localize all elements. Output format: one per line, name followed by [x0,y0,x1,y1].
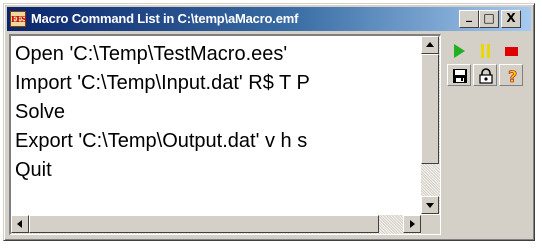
macro-line[interactable]: Solve [15,98,310,127]
minimize-button[interactable]: _ [459,8,479,28]
arrow-right-icon [410,220,415,228]
help-button[interactable]: ? [499,64,523,86]
scrollbar-corner [421,215,440,234]
lock-button[interactable] [473,64,497,86]
stop-button[interactable] [499,40,523,62]
lock-icon [479,68,493,84]
macro-editor[interactable]: Open 'C:\Temp\TestMacro.ees' Import 'C:\… [9,34,441,235]
window-title: Macro Command List in C:\temp\aMacro.emf [31,11,299,26]
ees-app-icon[interactable]: EES [10,11,27,27]
macro-lines: Open 'C:\Temp\TestMacro.ees' Import 'C:\… [15,40,310,185]
scroll-down-button[interactable] [421,196,439,214]
run-button[interactable] [447,40,471,62]
macro-command-window: EES Macro Command List in C:\temp\aMacro… [3,3,535,241]
title-bar[interactable]: EES Macro Command List in C:\temp\aMacro… [7,7,531,31]
arrow-left-icon [17,220,22,228]
horizontal-scroll-thumb[interactable] [29,215,379,233]
save-button[interactable] [447,64,471,86]
scroll-right-button[interactable] [403,215,421,233]
horizontal-scrollbar[interactable] [11,215,421,234]
close-button[interactable]: X [501,10,521,28]
svg-text:?: ? [508,67,517,85]
macro-line[interactable]: Export 'C:\Temp\Output.dat' v h s [15,127,310,156]
scroll-up-button[interactable] [421,36,439,54]
play-icon [454,44,465,58]
macro-line[interactable]: Quit [15,156,310,185]
macro-line[interactable]: Import 'C:\Temp\Input.dat' R$ T P [15,69,310,98]
close-icon: X [506,11,516,25]
scroll-left-button[interactable] [11,215,29,233]
arrow-down-icon [426,203,434,208]
help-icon: ? [508,67,518,85]
maximize-button[interactable]: □ [479,10,499,28]
stop-icon [505,47,518,56]
maximize-icon: □ [483,11,495,25]
minimize-icon: _ [466,8,472,22]
save-icon [453,69,467,83]
pause-button[interactable] [473,40,497,62]
macro-line[interactable]: Open 'C:\Temp\TestMacro.ees' [15,40,310,69]
vertical-scroll-thumb[interactable] [421,54,439,164]
vertical-scrollbar[interactable] [421,36,440,214]
arrow-up-icon [426,42,434,47]
pause-icon [481,44,490,58]
